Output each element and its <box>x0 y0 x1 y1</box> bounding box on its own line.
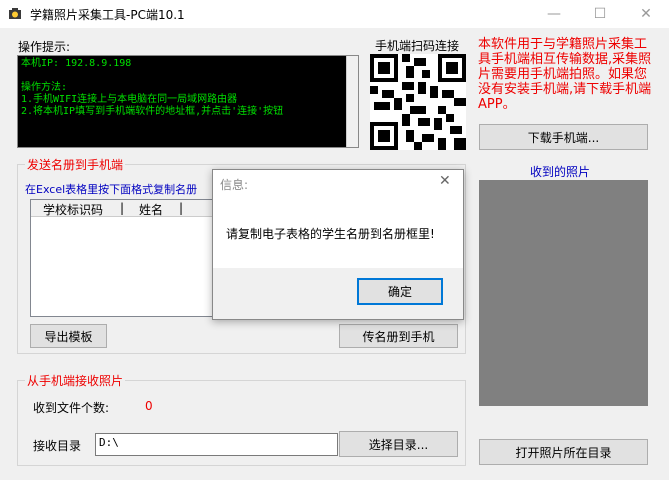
title-bar: 学籍照片采集工具-PC端10.1 — ☐ ✕ <box>0 0 669 28</box>
minimize-button[interactable]: — <box>531 0 577 28</box>
dialog-footer: 确定 <box>213 268 463 319</box>
qr-code-image <box>370 54 466 150</box>
file-count-value: 0 <box>145 399 153 413</box>
console-line: 1.手机WIFI连接上与本电脑在同一局域网路由器 <box>21 94 238 105</box>
export-template-button[interactable]: 导出模板 <box>30 324 107 348</box>
console-line: 2.将本机IP填写到手机端软件的地址框,并点击'连接'按钮 <box>21 106 284 117</box>
roster-list[interactable]: 学校标识码 | 姓名 | <box>30 199 214 317</box>
dialog-ok-button[interactable]: 确定 <box>357 278 443 305</box>
console-line: 操作方法: <box>21 82 68 93</box>
column-separator: | <box>179 201 184 215</box>
send-roster-button[interactable]: 传名册到手机 <box>339 324 458 348</box>
receive-dir-input[interactable]: D:\ <box>95 433 338 456</box>
instructions-console[interactable]: 本机IP: 192.8.9.198 操作方法: 1.手机WIFI连接上与本电脑在… <box>17 55 359 148</box>
open-photo-folder-button[interactable]: 打开照片所在目录 <box>479 439 648 465</box>
console-scrollbar[interactable] <box>346 56 358 147</box>
receive-dir-label: 接收目录 <box>33 439 82 453</box>
close-button[interactable]: ✕ <box>623 0 669 28</box>
download-mobile-button[interactable]: 下载手机端... <box>479 124 648 150</box>
browse-dir-button[interactable]: 选择目录... <box>339 431 458 457</box>
info-dialog: 信息: ✕ 请复制电子表格的学生名册到名册框里! 确定 <box>212 169 464 320</box>
window-title: 学籍照片采集工具-PC端10.1 <box>30 8 185 22</box>
console-line: 本机IP: 192.8.9.198 <box>21 58 132 69</box>
copy-format-hint: 在Excel表格里按下面格式复制名册 <box>25 183 198 196</box>
column-separator: | <box>120 201 125 215</box>
received-photo-preview <box>479 180 648 406</box>
receive-photos-group-title: 从手机端接收照片 <box>25 372 126 389</box>
qr-label: 手机端扫码连接 <box>375 39 460 53</box>
info-text: 本软件用于与学籍照片采集工具手机端相互传输数据,采集照片需要用手机端拍照。如果您… <box>478 37 652 112</box>
column-header-school-id: 学校标识码 <box>43 203 104 217</box>
maximize-button[interactable]: ☐ <box>577 0 623 28</box>
roster-header: 学校标识码 | 姓名 | <box>31 200 213 217</box>
instructions-label: 操作提示: <box>18 40 71 54</box>
dialog-close-icon[interactable]: ✕ <box>439 173 451 189</box>
column-header-name: 姓名 <box>139 203 164 217</box>
received-photos-label: 收到的照片 <box>530 165 591 179</box>
file-count-label: 收到文件个数: <box>33 401 110 415</box>
dialog-title: 信息: <box>220 178 249 192</box>
app-icon <box>9 8 21 19</box>
dialog-message: 请复制电子表格的学生名册到名册框里! <box>226 227 435 241</box>
send-roster-group-title: 发送名册到手机端 <box>25 156 126 173</box>
